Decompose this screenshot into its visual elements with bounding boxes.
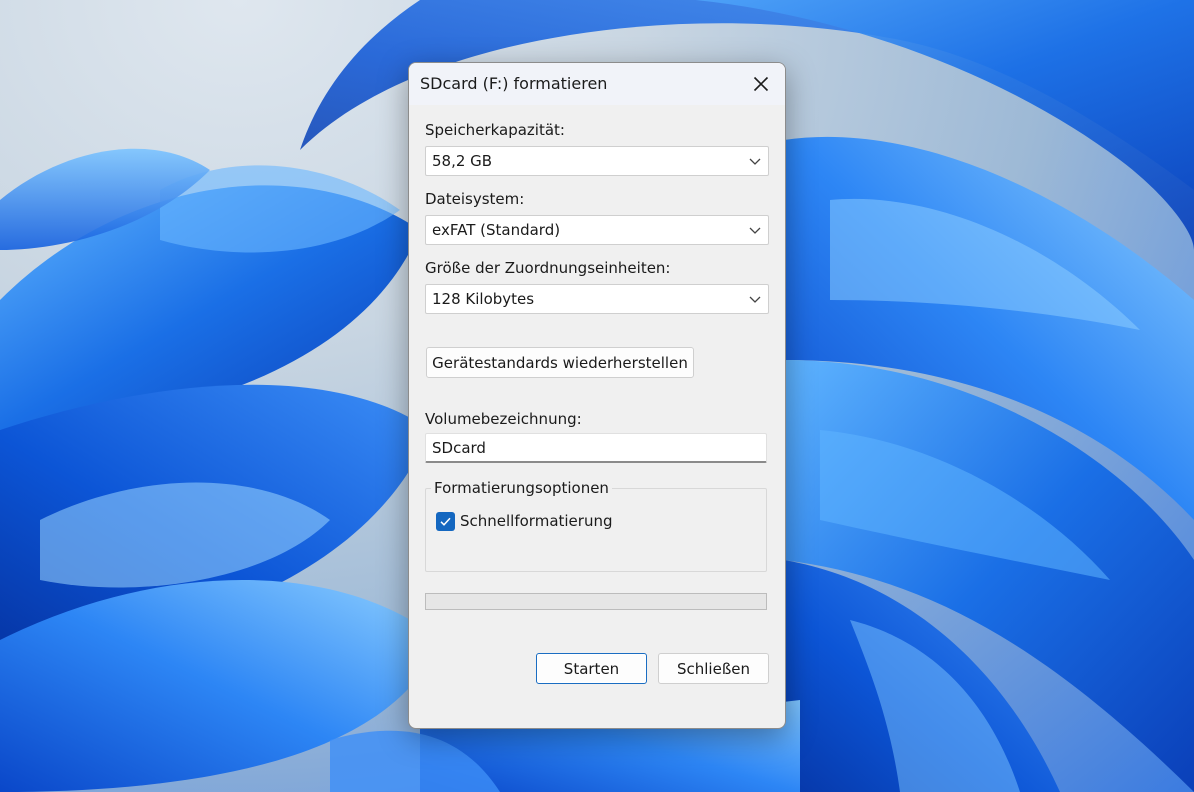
- capacity-value: 58,2 GB: [432, 152, 493, 170]
- format-options-legend: Formatierungsoptionen: [431, 479, 612, 497]
- volume-label-input[interactable]: SDcard: [425, 433, 767, 463]
- filesystem-select[interactable]: exFAT (Standard): [425, 215, 769, 245]
- volume-label: Volumebezeichnung:: [425, 410, 582, 428]
- allocation-select[interactable]: 128 Kilobytes: [425, 284, 769, 314]
- close-button[interactable]: [737, 63, 785, 105]
- close-icon: [753, 76, 769, 92]
- quick-format-label[interactable]: Schnellformatierung: [460, 512, 613, 530]
- format-progress-bar: [425, 593, 767, 610]
- restore-defaults-button[interactable]: Gerätestandards wiederherstellen: [426, 347, 694, 378]
- start-button[interactable]: Starten: [536, 653, 647, 684]
- filesystem-label: Dateisystem:: [425, 190, 525, 208]
- dialog-title: SDcard (F:) formatieren: [420, 74, 608, 93]
- chevron-down-icon: [749, 158, 761, 165]
- chevron-down-icon: [749, 296, 761, 303]
- checkmark-icon: [440, 517, 451, 526]
- capacity-select[interactable]: 58,2 GB: [425, 146, 769, 176]
- close-dialog-button[interactable]: Schließen: [658, 653, 769, 684]
- format-dialog: SDcard (F:) formatieren Speicherkapazitä…: [408, 62, 786, 729]
- format-options-group: [425, 488, 767, 572]
- chevron-down-icon: [749, 227, 761, 234]
- capacity-label: Speicherkapazität:: [425, 121, 565, 139]
- filesystem-value: exFAT (Standard): [432, 221, 561, 239]
- allocation-label: Größe der Zuordnungseinheiten:: [425, 259, 671, 277]
- quick-format-checkbox[interactable]: [436, 512, 455, 531]
- volume-label-value: SDcard: [432, 439, 486, 457]
- allocation-value: 128 Kilobytes: [432, 290, 535, 308]
- dialog-titlebar: SDcard (F:) formatieren: [409, 63, 785, 105]
